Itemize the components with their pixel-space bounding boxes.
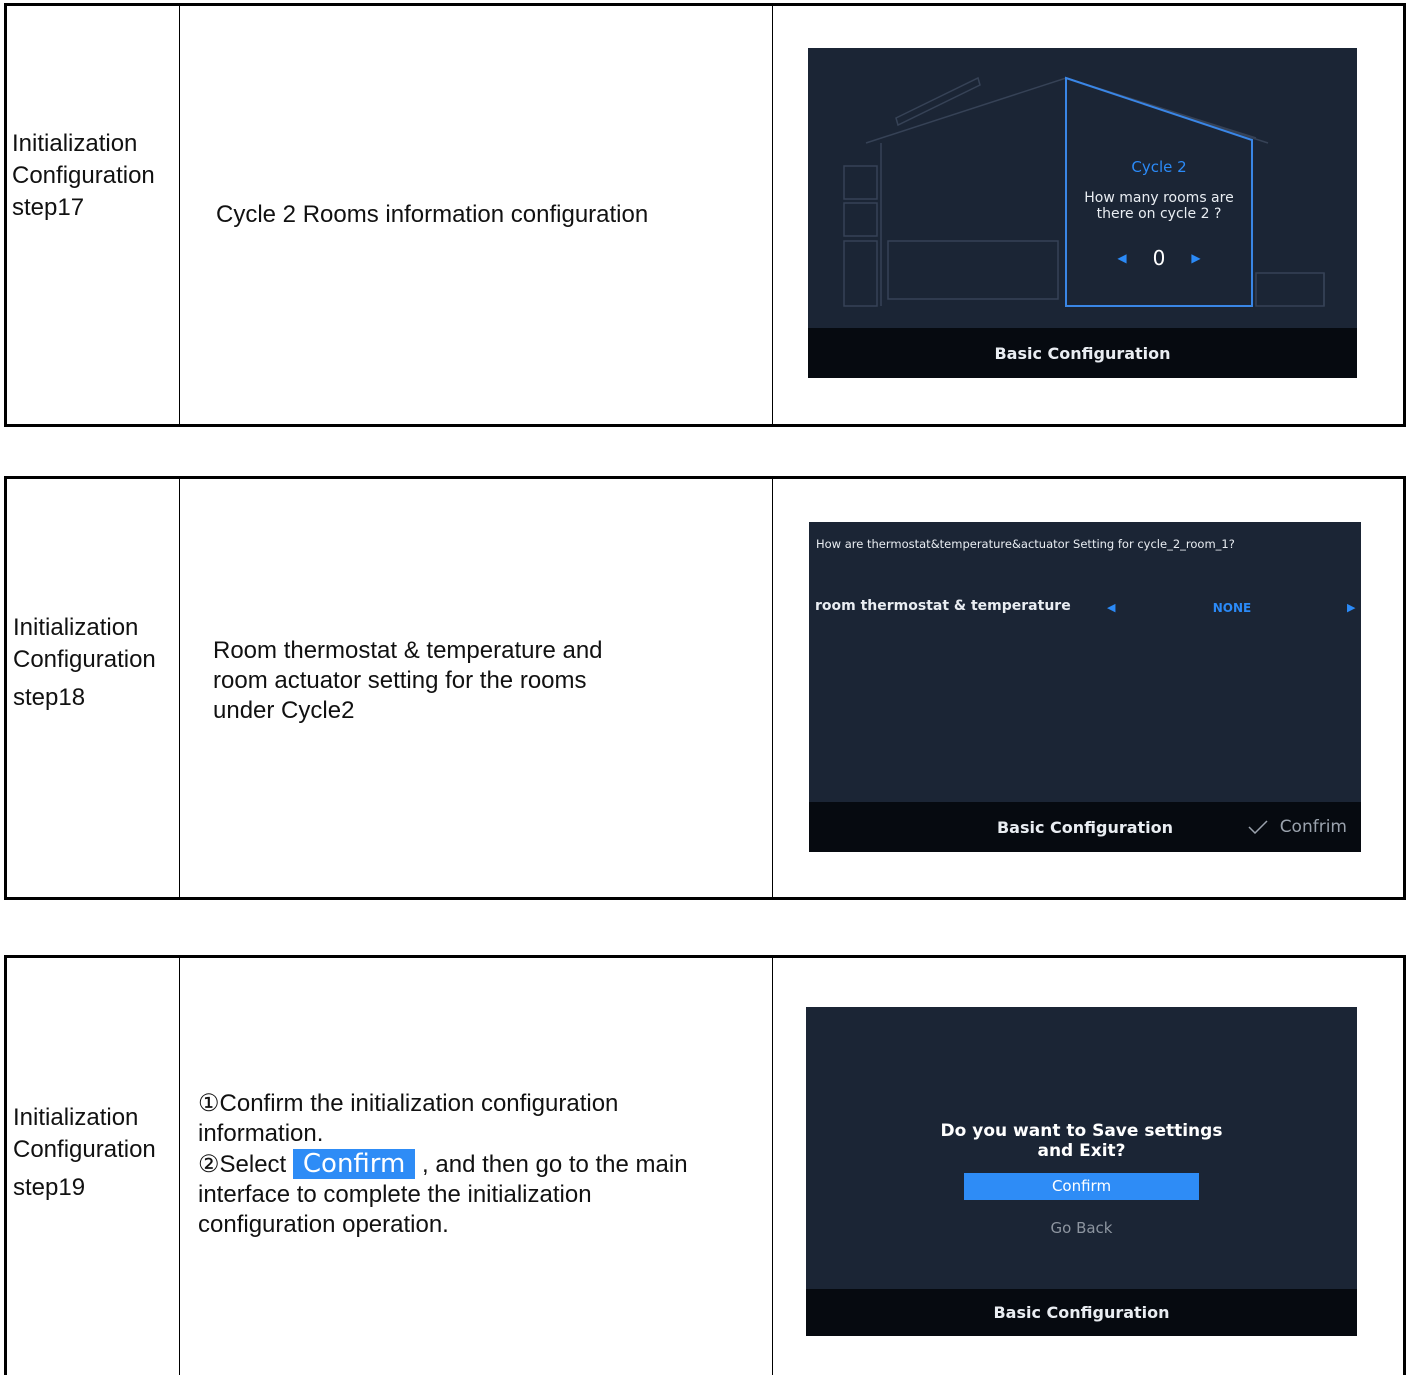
step-description: Room thermostat & temperature and room a… <box>213 636 603 726</box>
bottom-bar: Basic Configuration <box>808 328 1357 378</box>
save-question-line: Do you want to Save settings <box>940 1121 1223 1141</box>
step-label-line: Initialization <box>13 614 139 641</box>
confirm-label: Confrim <box>1279 817 1347 837</box>
step-label-line: Configuration <box>13 646 156 673</box>
chevron-right-icon[interactable]: ▶ <box>1191 251 1200 265</box>
step-description: Cycle 2 Rooms information configuration <box>216 201 649 228</box>
save-question-line: and Exit? <box>1037 1141 1126 1161</box>
go-back-button[interactable]: Go Back <box>964 1219 1199 1237</box>
step-label: Initialization Configuration step17 <box>12 128 155 224</box>
column-divider <box>772 479 773 897</box>
step-label-line: step18 <box>13 684 86 711</box>
step-label-line: Configuration <box>12 162 155 189</box>
bottom-bar-title: Basic Configuration <box>993 1303 1170 1322</box>
description-text: ②Select <box>198 1151 293 1178</box>
description-line: ①Confirm the initialization configuratio… <box>198 1090 619 1117</box>
confirm-button[interactable]: Confrim <box>1248 802 1347 852</box>
bottom-bar: Basic Configuration Confrim <box>809 802 1361 852</box>
device-screen: How are thermostat&temperature&actuator … <box>809 522 1361 852</box>
bottom-bar: Basic Configuration <box>806 1289 1357 1336</box>
rooms-question-line: there on cycle 2 ? <box>1096 206 1222 222</box>
step19-row: Initialization Configuration step19 ①Con… <box>4 955 1406 1375</box>
step-label-line: step19 <box>13 1174 86 1201</box>
description-line: configuration operation. <box>198 1211 449 1238</box>
description-line: under Cycle2 <box>213 697 355 724</box>
column-divider <box>179 479 180 897</box>
setting-label: room thermostat & temperature <box>815 598 1071 614</box>
description-line: room actuator setting for the rooms <box>213 667 587 694</box>
confirm-button[interactable]: Confirm <box>964 1173 1199 1200</box>
cycle-title: Cycle 2 <box>1131 158 1187 176</box>
description-line: ②Select Confirm , and then go to the mai… <box>198 1149 768 1180</box>
rooms-question: How many rooms are there on cycle 2 ? <box>1066 190 1252 222</box>
column-divider <box>772 958 773 1375</box>
chevron-left-icon[interactable]: ◀ <box>1107 601 1115 614</box>
column-divider <box>179 958 180 1375</box>
column-divider <box>179 6 180 424</box>
setting-question: How are thermostat&temperature&actuator … <box>816 537 1235 551</box>
device-screen: Cycle 2 How many rooms are there on cycl… <box>808 48 1357 378</box>
setting-row[interactable]: room thermostat & temperature ◀ NONE ▶ <box>809 598 1361 622</box>
step-label-line: step17 <box>12 194 85 221</box>
step-label-line: Configuration <box>13 1136 156 1163</box>
confirm-highlight: Confirm <box>292 1149 416 1179</box>
step17-row: Initialization Configuration step17 Cycl… <box>4 3 1406 427</box>
setting-value: NONE <box>1212 601 1252 615</box>
column-divider <box>772 6 773 424</box>
bottom-bar-title: Basic Configuration <box>996 817 1174 837</box>
step-label: Initialization Configuration step18 <box>13 612 156 714</box>
step-label-line: Initialization <box>12 130 138 157</box>
chevron-left-icon[interactable]: ◀ <box>1117 251 1126 265</box>
description-line: Room thermostat & temperature and <box>213 637 603 664</box>
description-line: interface to complete the initialization <box>198 1181 592 1208</box>
chevron-right-icon[interactable]: ▶ <box>1347 601 1355 614</box>
step-description: ①Confirm the initialization configuratio… <box>198 1089 768 1240</box>
bottom-bar-title: Basic Configuration <box>994 343 1171 363</box>
rooms-question-line: How many rooms are <box>1084 190 1234 206</box>
room-count-value: 0 <box>1152 246 1166 270</box>
step-label-line: Initialization <box>13 1104 139 1131</box>
room-count-stepper[interactable]: ◀ 0 ▶ <box>1066 246 1252 270</box>
description-text: , and then go to the main <box>415 1151 688 1178</box>
save-question: Do you want to Save settings and Exit? <box>806 1121 1357 1161</box>
step18-row: Initialization Configuration step18 Room… <box>4 476 1406 900</box>
description-line: information. <box>198 1120 324 1147</box>
device-screen: Do you want to Save settings and Exit? C… <box>806 1007 1357 1336</box>
checkmark-icon <box>1248 820 1268 834</box>
step-label: Initialization Configuration step19 <box>13 1102 156 1204</box>
